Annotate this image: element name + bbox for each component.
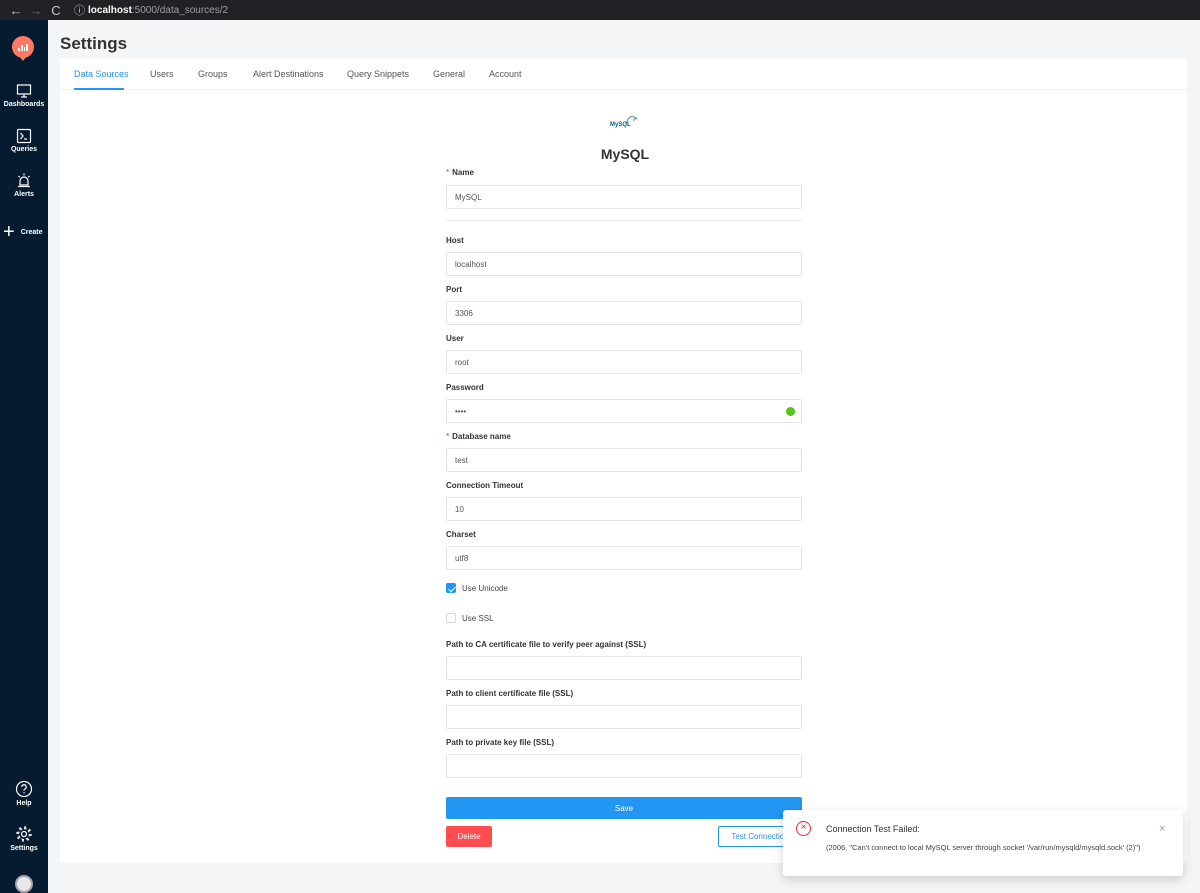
avatar[interactable] bbox=[15, 875, 33, 893]
charset-input[interactable] bbox=[446, 546, 802, 570]
use-unicode-checkbox[interactable] bbox=[446, 583, 456, 593]
browser-address-bar: ← → C ⓘ localhost:5000/data_sources/2 bbox=[0, 0, 1200, 20]
sidebar-item-alerts[interactable]: Alerts bbox=[0, 173, 48, 198]
form-divider bbox=[446, 220, 802, 221]
tab-groups[interactable]: Groups bbox=[198, 69, 228, 79]
tab-users[interactable]: Users bbox=[150, 69, 174, 79]
error-notification: × Connection Test Failed: (2006, "Can't … bbox=[783, 810, 1183, 876]
database-name-input[interactable] bbox=[446, 448, 802, 472]
password-valid-icon bbox=[786, 407, 795, 416]
sidebar-item-label: Settings bbox=[10, 845, 38, 852]
url-host: localhost bbox=[88, 4, 132, 16]
user-input[interactable] bbox=[446, 350, 802, 374]
sidebar-item-dashboards[interactable]: Dashboards bbox=[0, 83, 48, 108]
password-label: Password bbox=[446, 383, 484, 392]
name-label: * Name bbox=[446, 168, 474, 177]
plus-icon: + bbox=[3, 221, 15, 243]
alarm-icon bbox=[18, 173, 30, 188]
ssl-ca-input[interactable] bbox=[446, 656, 802, 680]
tab-query-snippets[interactable]: Query Snippets bbox=[347, 69, 409, 79]
sidebar-item-label: Help bbox=[16, 800, 32, 807]
sidebar-item-queries[interactable]: Queries bbox=[0, 128, 48, 153]
page-title: Settings bbox=[60, 34, 128, 53]
close-circle-icon: × bbox=[796, 821, 811, 836]
sidebar: Dashboards Queries Alerts + Create Help … bbox=[0, 20, 48, 893]
sidebar-item-label: Alerts bbox=[14, 191, 34, 198]
monitor-icon bbox=[16, 84, 32, 98]
port-label: Port bbox=[446, 285, 462, 294]
use-ssl-label: Use SSL bbox=[462, 613, 494, 623]
charset-label: Charset bbox=[446, 530, 476, 539]
name-input[interactable] bbox=[446, 185, 802, 209]
settings-tabs: Data Sources Users Groups Alert Destinat… bbox=[60, 58, 1187, 90]
redash-logo-icon[interactable] bbox=[12, 36, 34, 61]
required-marker: * bbox=[446, 432, 450, 441]
forward-arrow-icon[interactable]: → bbox=[26, 3, 46, 18]
sidebar-item-help[interactable]: Help bbox=[0, 780, 48, 807]
tab-account[interactable]: Account bbox=[489, 69, 522, 79]
sidebar-item-label: Create bbox=[20, 228, 43, 236]
gear-icon bbox=[16, 826, 32, 842]
host-label: Host bbox=[446, 236, 464, 245]
ssl-ca-label: Path to CA certificate file to verify pe… bbox=[446, 640, 647, 649]
help-icon bbox=[15, 780, 33, 798]
tab-general[interactable]: General bbox=[433, 69, 465, 79]
mysql-logo-icon: MySQL bbox=[610, 116, 638, 128]
back-arrow-icon[interactable]: ← bbox=[6, 3, 26, 18]
connection-timeout-input[interactable] bbox=[446, 497, 802, 521]
sidebar-item-label: Dashboards bbox=[3, 101, 45, 108]
reload-icon[interactable]: C bbox=[46, 3, 66, 18]
use-ssl-checkbox-row[interactable]: Use SSL bbox=[446, 613, 494, 623]
ssl-key-label: Path to private key file (SSL) bbox=[446, 738, 555, 747]
sidebar-item-label: Queries bbox=[10, 146, 38, 153]
url-field[interactable]: localhost:5000/data_sources/2 bbox=[88, 5, 228, 16]
port-input[interactable] bbox=[446, 301, 802, 325]
delete-button[interactable]: Delete bbox=[446, 826, 492, 847]
use-unicode-checkbox-row[interactable]: Use Unicode bbox=[446, 583, 508, 593]
ssl-key-input[interactable] bbox=[446, 754, 802, 778]
required-marker: * bbox=[446, 168, 450, 177]
notification-title: Connection Test Failed: bbox=[826, 824, 920, 834]
settings-card: Data Sources Users Groups Alert Destinat… bbox=[60, 58, 1187, 863]
terminal-icon bbox=[16, 128, 32, 144]
save-button[interactable]: Save bbox=[446, 797, 802, 819]
datasource-title: MySQL bbox=[600, 146, 650, 162]
ssl-cert-input[interactable] bbox=[446, 705, 802, 729]
mysql-logo-text: MySQL bbox=[610, 122, 631, 128]
user-label: User bbox=[446, 334, 464, 343]
tab-alert-destinations[interactable]: Alert Destinations bbox=[253, 69, 324, 79]
close-icon[interactable]: × bbox=[1159, 823, 1165, 835]
password-input[interactable] bbox=[446, 399, 802, 423]
use-ssl-checkbox[interactable] bbox=[446, 613, 456, 623]
info-icon[interactable]: ⓘ bbox=[74, 2, 88, 18]
tab-data-sources[interactable]: Data Sources bbox=[74, 69, 129, 79]
active-tab-indicator bbox=[74, 88, 124, 90]
sidebar-item-settings[interactable]: Settings bbox=[0, 825, 48, 852]
notification-message: (2006, "Can't connect to local MySQL ser… bbox=[826, 843, 1141, 852]
url-path: :5000/data_sources/2 bbox=[131, 4, 229, 16]
connection-timeout-label: Connection Timeout bbox=[446, 481, 524, 490]
sidebar-item-create[interactable]: + Create bbox=[3, 221, 43, 243]
database-name-label: * Database name bbox=[446, 432, 511, 441]
host-input[interactable] bbox=[446, 252, 802, 276]
ssl-cert-label: Path to client certificate file (SSL) bbox=[446, 689, 574, 698]
name-label-text: Name bbox=[452, 168, 474, 177]
database-name-label-text: Database name bbox=[452, 432, 511, 441]
use-unicode-label: Use Unicode bbox=[462, 583, 508, 593]
